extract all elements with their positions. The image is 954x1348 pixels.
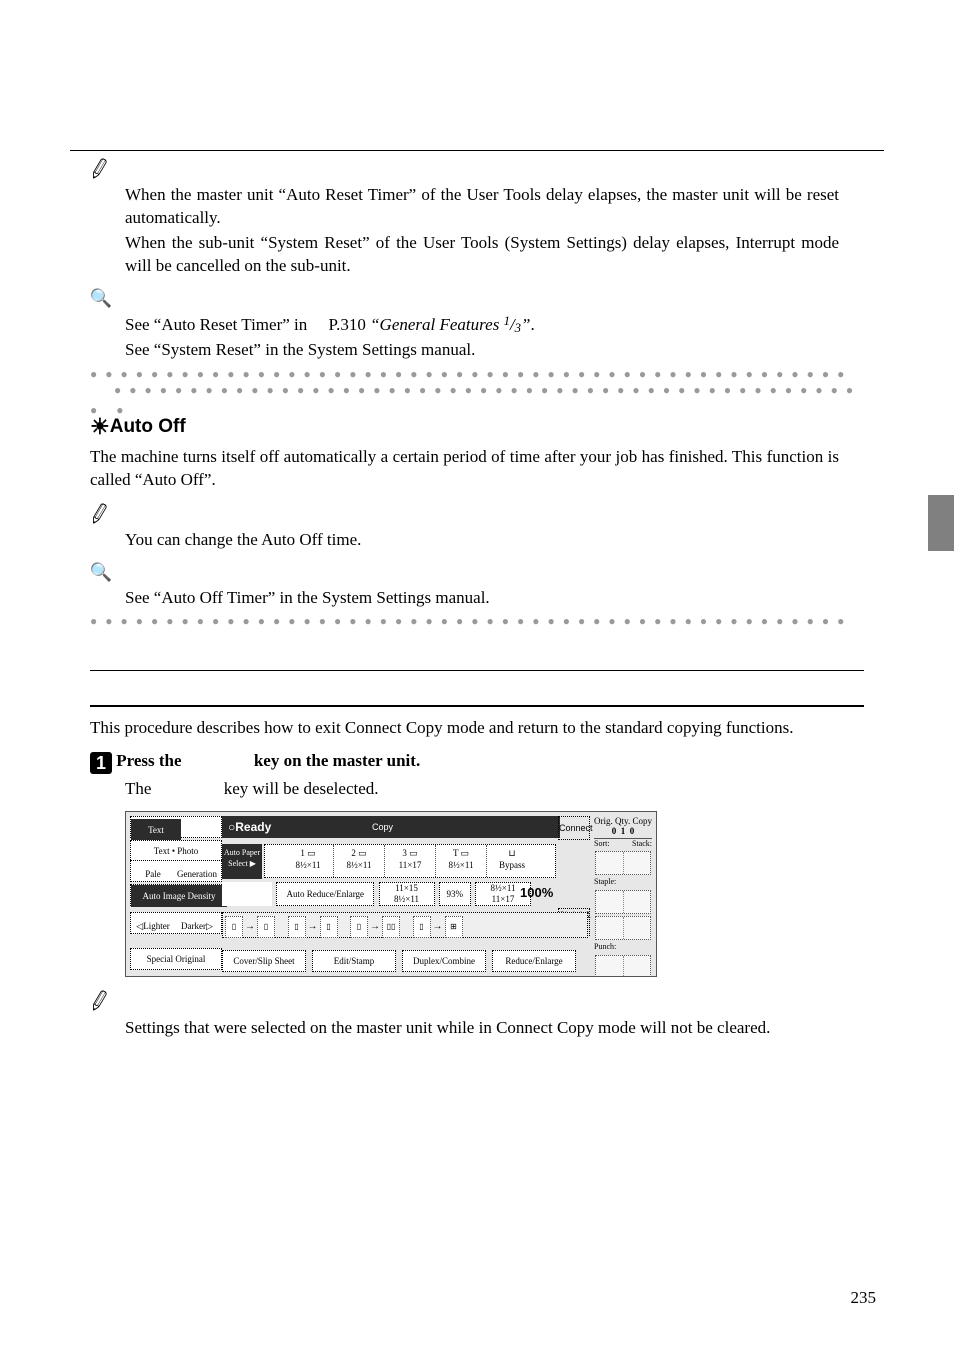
dot-separator: ● ● [90, 402, 884, 412]
note1-line2: When the sub-unit “System Reset” of the … [125, 232, 839, 278]
pencil-note-icon: 🖉 [87, 500, 112, 528]
ui-mini-row: ▯→▯ ▯→▯ ▯→▯▯ ▯→⊞ [222, 912, 588, 938]
section-rule [90, 670, 864, 671]
auto-off-body: The machine turns itself off automatical… [90, 446, 839, 492]
pencil-note-icon: 🖉 [87, 986, 112, 1014]
pencil-note-icon: 🖉 [87, 155, 112, 183]
ui-100-percent: 100% [520, 884, 553, 902]
copy-panel-screenshot: TextPhoto Text • Photo PaleGeneration Au… [125, 811, 657, 977]
magnifier-reference-icon: 🔎 [90, 560, 112, 584]
ui-paper-row: 1 ▭8½×112 ▭8½×113 ▭11×17T ▭8½×11⊔Bypass [264, 844, 556, 878]
ui-lighter: ◁Lighter [131, 916, 175, 936]
section-rule [90, 705, 864, 707]
ui-pale: Pale [131, 864, 175, 884]
ui-darker: Darker▷ [175, 916, 219, 936]
note1-line1: When the master unit “Auto Reset Timer” … [125, 184, 839, 230]
ui-connect-button: Connect [558, 816, 590, 840]
auto-off-note: You can change the Auto Off time. [125, 529, 839, 552]
auto-off-heading: ☀Auto Off [90, 412, 884, 442]
magnifier-reference-icon: 🔎 [90, 286, 112, 310]
exit-intro: This procedure describes how to exit Con… [90, 717, 839, 740]
ui-size-row: Full Size Auto Reduce/Enlarge 11×158½×11… [222, 882, 554, 906]
ui-auto-paper: Auto PaperSelect ▶ [222, 844, 262, 879]
ui-special-original: Special Original [130, 948, 222, 970]
ui-right-col: Orig. Qty. Copy 0 1 0 Sort:Stack: Staple… [594, 816, 652, 972]
step-1-sub: The key will be deselected. [125, 778, 864, 801]
ref1-line2: See “System Reset” in the System Setting… [125, 339, 839, 362]
sun-hint-icon: ☀ [90, 412, 110, 442]
ui-ready-bar: ○Ready Copy [222, 816, 560, 838]
ref1-line1: See “Auto Reset Timer” in P.310 “General… [125, 313, 839, 337]
ui-generation: Generation [175, 864, 219, 884]
step-1-row: 1 Press the key on the master unit. [90, 750, 864, 774]
dot-separator: ●●●●●●●●●●●●●●●●●●●●●●●●●●●●●●●●●●●●●●●●… [90, 366, 850, 382]
ui-bottom-row: Cover/Slip SheetEdit/StampDuplex/Combine… [222, 948, 586, 970]
dot-separator: ●●●●●●●●●●●●●●●●●●●●●●●●●●●●●●●●●●●●●●●●… [90, 613, 850, 629]
auto-off-ref: See “Auto Off Timer” in the System Setti… [125, 587, 839, 610]
dot-separator: ●●●●●●●●●●●●●●●●●●●●●●●●●●●●●●●●●●●●●●●●… [114, 382, 854, 398]
exit-note: Settings that were selected on the maste… [125, 1017, 839, 1040]
page-number: 235 [851, 1287, 877, 1310]
ui-auto-img-density: Auto Image Density [131, 885, 227, 907]
ui-text-photo: Text • Photo [131, 841, 221, 861]
ui-text-tab: Text [131, 819, 181, 841]
step-number-badge: 1 [90, 752, 112, 774]
section-edge-tab [928, 495, 954, 551]
